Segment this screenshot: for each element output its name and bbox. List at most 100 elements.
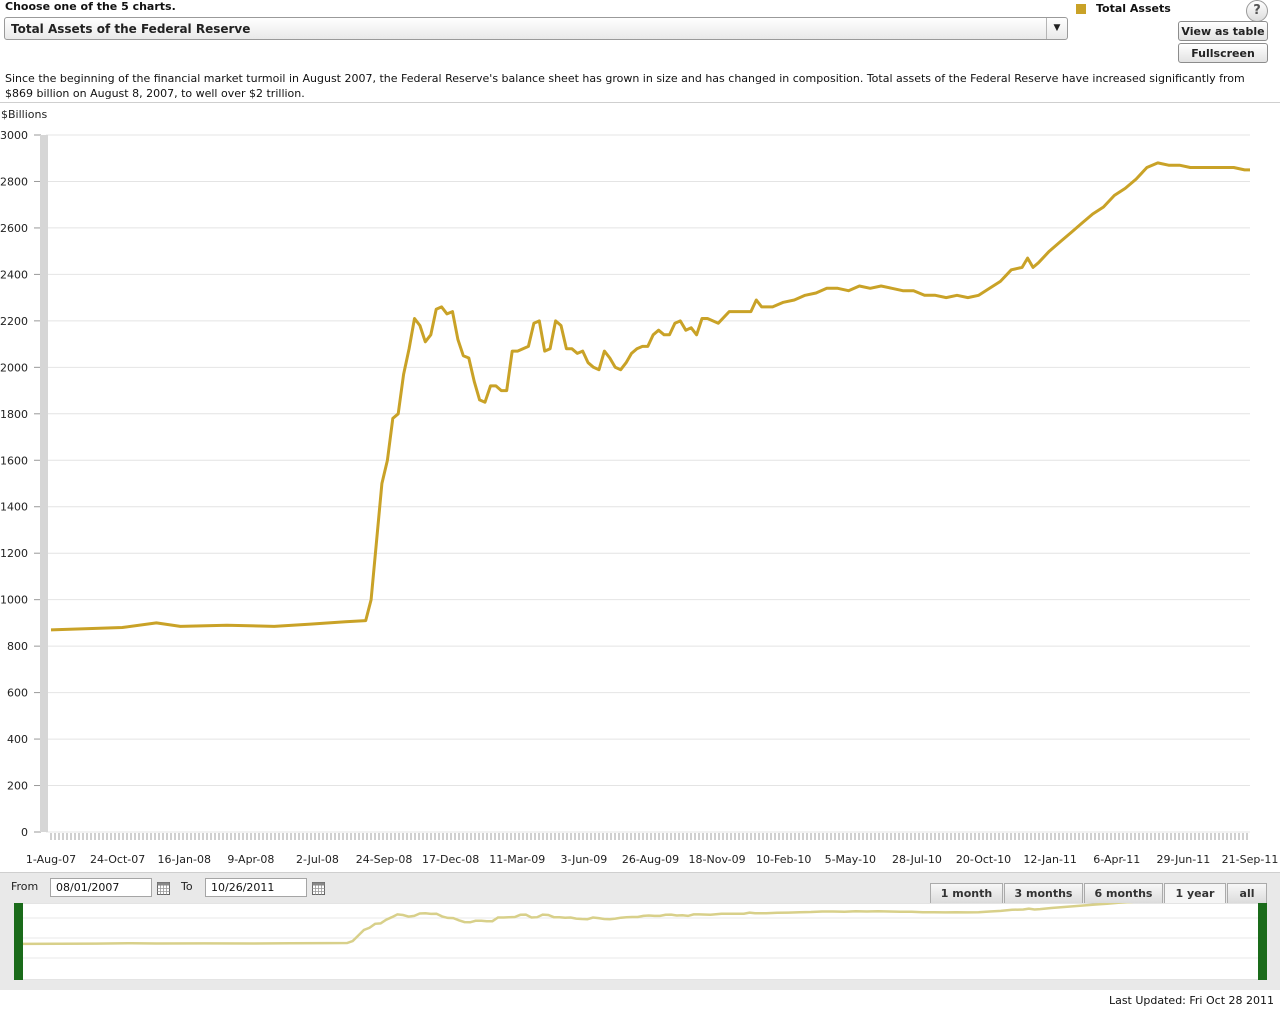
x-axis-tick-mark	[1246, 833, 1248, 840]
x-axis-tick-mark	[586, 833, 588, 840]
to-date-input[interactable]: 10/26/2011	[205, 878, 307, 897]
x-tick-label: 9-Apr-08	[227, 853, 274, 866]
x-axis-tick-mark	[1198, 833, 1200, 840]
x-tick-label: 24-Sep-08	[356, 853, 413, 866]
calendar-icon[interactable]	[312, 882, 325, 895]
x-axis-tick-mark	[990, 833, 992, 840]
x-axis-tick-mark	[190, 833, 192, 840]
calendar-icon[interactable]	[157, 882, 170, 895]
x-axis-tick-mark	[242, 833, 244, 840]
y-tick-label: 600	[7, 687, 28, 700]
chart-select-dropdown[interactable]: Total Assets of the Federal Reserve ▼	[4, 17, 1068, 40]
x-axis-tick-mark	[466, 833, 468, 840]
help-icon[interactable]: ?	[1246, 0, 1268, 22]
x-axis-tick-mark	[454, 833, 456, 840]
range-tab-6-months[interactable]: 6 months	[1084, 883, 1163, 903]
x-axis-tick-mark	[1214, 833, 1216, 840]
x-axis-tick-mark	[686, 833, 688, 840]
fullscreen-button[interactable]: Fullscreen	[1178, 43, 1268, 63]
x-axis-tick-mark	[918, 833, 920, 840]
x-axis-tick-mark	[426, 833, 428, 840]
x-axis-tick-mark	[462, 833, 464, 840]
x-axis-tick-mark	[562, 833, 564, 840]
range-tab-all[interactable]: all	[1227, 883, 1267, 903]
y-tick-label: 400	[7, 733, 28, 746]
x-axis-tick-mark	[650, 833, 652, 840]
x-axis-tick-mark	[866, 833, 868, 840]
from-label: From	[11, 880, 39, 893]
x-axis-tick-mark	[594, 833, 596, 840]
x-axis-tick-mark	[962, 833, 964, 840]
main-line-chart[interactable]: $Billions 0 200 400 600 800 1000 1200 1400 1600 18…	[0, 105, 1280, 871]
x-axis-tick-mark	[938, 833, 940, 840]
x-axis-tick-mark	[966, 833, 968, 840]
x-axis-tick-mark	[194, 833, 196, 840]
x-axis-tick-mark	[1162, 833, 1164, 840]
y-tick-label: 1800	[0, 408, 28, 421]
x-axis-tick-mark	[862, 833, 864, 840]
x-axis-tick-mark	[882, 833, 884, 840]
x-axis-tick-mark	[1122, 833, 1124, 840]
x-axis-tick-mark	[322, 833, 324, 840]
x-axis-tick-mark	[1102, 833, 1104, 840]
x-axis-tick-mark	[606, 833, 608, 840]
x-axis-tick-mark	[762, 833, 764, 840]
range-tab-1-year[interactable]: 1 year	[1164, 883, 1226, 903]
x-axis-tick-mark	[370, 833, 372, 840]
x-axis-tick-mark	[1070, 833, 1072, 840]
x-axis-tick-mark	[158, 833, 160, 840]
x-axis-tick-mark	[658, 833, 660, 840]
x-tick-label: 1-Aug-07	[26, 853, 76, 866]
range-tab-1-month[interactable]: 1 month	[930, 883, 1003, 903]
x-axis-tick-mark	[910, 833, 912, 840]
x-axis-tick-mark	[234, 833, 236, 840]
x-axis-tick-mark	[150, 833, 152, 840]
x-axis-tick-mark	[1170, 833, 1172, 840]
x-tick-label: 5-May-10	[825, 853, 876, 866]
navigator-right-handle[interactable]	[1258, 903, 1267, 980]
x-axis-tick-mark	[1130, 833, 1132, 840]
x-axis-tick-mark	[446, 833, 448, 840]
x-axis-tick-mark	[778, 833, 780, 840]
x-axis-tick-mark	[1178, 833, 1180, 840]
chevron-down-icon[interactable]: ▼	[1046, 18, 1067, 39]
x-axis-tick-mark	[1226, 833, 1228, 840]
x-axis-tick-mark	[166, 833, 168, 840]
x-axis-tick-mark	[430, 833, 432, 840]
navigator-chart[interactable]	[14, 903, 1267, 980]
navigator-left-handle[interactable]	[14, 903, 23, 980]
x-axis-tick-mark	[502, 833, 504, 840]
x-axis-tick-mark	[374, 833, 376, 840]
x-axis-tick-mark	[598, 833, 600, 840]
x-axis-tick-mark	[930, 833, 932, 840]
x-axis-tick-mark	[1078, 833, 1080, 840]
x-axis-tick-mark	[1186, 833, 1188, 840]
x-axis-tick-mark	[750, 833, 752, 840]
x-axis-tick-mark	[442, 833, 444, 840]
x-axis-tick-mark	[978, 833, 980, 840]
x-axis-tick-mark	[782, 833, 784, 840]
x-axis-tick-mark	[414, 833, 416, 840]
chart-chooser-label: Choose one of the 5 charts.	[5, 0, 176, 13]
x-axis-tick-mark	[518, 833, 520, 840]
x-axis-tick-mark	[714, 833, 716, 840]
x-axis-tick-mark	[106, 833, 108, 840]
from-date-input[interactable]: 08/01/2007	[50, 878, 152, 897]
x-axis-tick-mark	[646, 833, 648, 840]
x-axis-tick-mark	[1058, 833, 1060, 840]
y-tick-label: 1200	[0, 547, 28, 560]
x-axis-tick-mark	[1106, 833, 1108, 840]
series-line-total-assets[interactable]	[50, 161, 1250, 632]
x-axis-tick-mark	[674, 833, 676, 840]
x-axis-tick-mark	[894, 833, 896, 840]
view-as-table-button[interactable]: View as table	[1178, 21, 1268, 41]
x-tick-label: 20-Oct-10	[956, 853, 1011, 866]
x-axis-tick-mark	[350, 833, 352, 840]
x-axis-tick-mark	[806, 833, 808, 840]
x-axis-tick-mark	[1242, 833, 1244, 840]
range-tab-3-months[interactable]: 3 months	[1004, 883, 1083, 903]
x-axis-tick-mark	[1118, 833, 1120, 840]
x-axis-tick-mark	[786, 833, 788, 840]
x-axis-tick-mark	[642, 833, 644, 840]
x-axis-tick-mark	[1230, 833, 1232, 840]
